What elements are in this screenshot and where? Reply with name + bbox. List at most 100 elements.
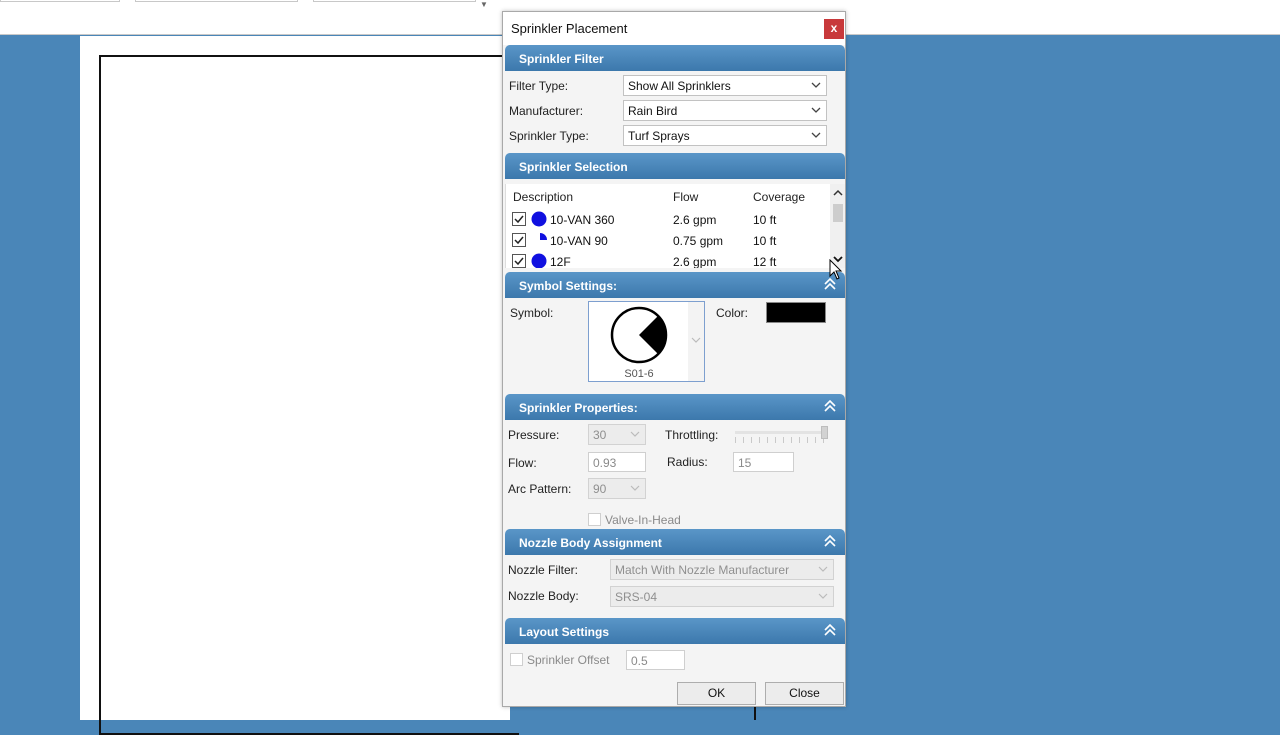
sprinkler-selection-header: Sprinkler Selection — [505, 153, 845, 179]
double-chevron-up-icon[interactable] — [823, 398, 837, 414]
pressure-select[interactable]: 30 — [588, 424, 646, 445]
section-title: Nozzle Body Assignment — [519, 536, 662, 550]
layout-settings-header[interactable]: Layout Settings — [505, 618, 845, 644]
full-circle-sprinkler-icon — [531, 211, 547, 227]
section-title: Symbol Settings: — [519, 279, 618, 293]
sprinkler-offset-checkbox[interactable] — [510, 653, 523, 666]
nozzle-body-assignment-header[interactable]: Nozzle Body Assignment — [505, 529, 845, 555]
filter-type-label: Filter Type: — [509, 79, 569, 93]
throttling-slider-track[interactable] — [735, 431, 827, 434]
nozzle-body-select[interactable]: SRS-04 — [610, 586, 834, 607]
manufacturer-label: Manufacturer: — [509, 104, 584, 118]
symbol-settings-header[interactable]: Symbol Settings: — [505, 272, 845, 298]
toolbar-field[interactable] — [0, 0, 120, 2]
row-checkbox[interactable] — [512, 233, 526, 247]
color-label: Color: — [716, 306, 749, 320]
nozzle-filter-select[interactable]: Match With Nozzle Manufacturer — [610, 559, 834, 580]
dialog-title: Sprinkler Placement — [511, 21, 628, 36]
throttling-slider-ticks — [735, 437, 827, 443]
sprinkler-type-value: Turf Sprays — [628, 129, 690, 143]
chevron-down-icon — [630, 431, 640, 437]
quarter-circle-sprinkler-icon — [540, 233, 547, 240]
sprinkler-type-label: Sprinkler Type: — [509, 129, 589, 143]
row-coverage: 12 ft — [753, 255, 777, 268]
symbol-name: S01-6 — [624, 368, 654, 380]
drawing-border-edge — [754, 706, 756, 720]
sprinkler-placement-dialog: Sprinkler Placement x Sprinkler Filter F… — [502, 11, 846, 707]
table-row[interactable]: 10-VAN 360 2.6 gpm 10 ft — [506, 210, 826, 230]
double-chevron-up-icon[interactable] — [823, 622, 837, 638]
close-icon[interactable]: x — [824, 19, 844, 39]
arc-pattern-select[interactable]: 90 — [588, 478, 646, 499]
manufacturer-select[interactable]: Rain Bird — [623, 100, 827, 121]
section-title: Sprinkler Filter — [519, 52, 604, 66]
valve-in-head-label: Valve-In-Head — [605, 513, 681, 527]
chevron-up-icon[interactable] — [833, 188, 843, 198]
sprinkler-symbol-icon — [610, 306, 668, 364]
column-header-flow[interactable]: Flow — [673, 190, 698, 204]
row-flow: 2.6 gpm — [673, 213, 717, 227]
mouse-cursor-icon — [829, 259, 843, 280]
sprinkler-properties-header[interactable]: Sprinkler Properties: — [505, 394, 845, 420]
chevron-down-icon — [818, 593, 828, 599]
row-description: 12F — [550, 255, 571, 268]
sprinkler-offset-input[interactable]: 0.5 — [626, 650, 685, 670]
sprinkler-type-select[interactable]: Turf Sprays — [623, 125, 827, 146]
sprinkler-filter-header: Sprinkler Filter — [505, 45, 845, 71]
radius-label: Radius: — [667, 455, 708, 469]
chevron-down-icon[interactable]: ▼ — [480, 0, 488, 9]
flow-label: Flow: — [508, 456, 537, 470]
valve-in-head-checkbox[interactable] — [588, 513, 601, 526]
scrollbar-thumb[interactable] — [833, 204, 843, 222]
chevron-down-icon[interactable] — [691, 336, 701, 344]
full-circle-sprinkler-icon — [531, 253, 547, 268]
table-row[interactable]: 12F 2.6 gpm 12 ft — [506, 252, 826, 268]
section-title: Layout Settings — [519, 625, 610, 639]
nozzle-filter-value: Match With Nozzle Manufacturer — [615, 563, 790, 577]
dialog-title-bar[interactable]: Sprinkler Placement x — [503, 12, 845, 45]
nozzle-body-value: SRS-04 — [615, 590, 658, 604]
ok-button[interactable]: OK — [677, 682, 756, 705]
row-description: 10-VAN 90 — [550, 234, 608, 248]
row-coverage: 10 ft — [753, 213, 777, 227]
symbol-picker[interactable]: S01-6 — [588, 301, 705, 382]
column-header-coverage[interactable]: Coverage — [753, 190, 805, 204]
nozzle-body-label: Nozzle Body: — [508, 589, 579, 603]
row-coverage: 10 ft — [753, 234, 777, 248]
toolbar-field[interactable] — [313, 0, 476, 2]
symbol-scroll[interactable] — [688, 302, 704, 381]
filter-type-value: Show All Sprinklers — [628, 79, 731, 93]
throttling-label: Throttling: — [665, 428, 719, 442]
pressure-value: 30 — [593, 428, 607, 442]
double-chevron-up-icon[interactable] — [823, 533, 837, 549]
chevron-down-icon — [811, 132, 821, 138]
check-icon — [514, 257, 524, 266]
arc-pattern-value: 90 — [593, 482, 607, 496]
symbol-label: Symbol: — [510, 306, 554, 320]
row-description: 10-VAN 360 — [550, 213, 615, 227]
sprinkler-offset-label: Sprinkler Offset — [527, 653, 610, 667]
row-flow: 2.6 gpm — [673, 255, 717, 268]
row-checkbox[interactable] — [512, 254, 526, 268]
flow-input[interactable]: 0.93 — [588, 452, 646, 472]
flow-value: 0.93 — [593, 456, 617, 470]
color-swatch[interactable] — [766, 302, 826, 323]
filter-type-select[interactable]: Show All Sprinklers — [623, 75, 827, 96]
nozzle-filter-label: Nozzle Filter: — [508, 563, 579, 577]
sprinkler-list[interactable]: Description Flow Coverage 10-VAN 360 2.6… — [505, 184, 845, 268]
toolbar-field[interactable] — [135, 0, 298, 2]
drawing-border — [99, 55, 519, 735]
manufacturer-value: Rain Bird — [628, 104, 678, 118]
section-title: Sprinkler Properties: — [519, 401, 638, 415]
row-checkbox[interactable] — [512, 212, 526, 226]
table-row[interactable]: 10-VAN 90 0.75 gpm 10 ft — [506, 231, 826, 251]
chevron-down-icon — [811, 107, 821, 113]
throttling-slider-thumb[interactable] — [821, 426, 828, 439]
column-header-description[interactable]: Description — [513, 190, 573, 204]
chevron-down-icon — [818, 566, 828, 572]
sprinkler-offset-value: 0.5 — [631, 654, 648, 668]
list-scrollbar[interactable] — [830, 184, 845, 268]
close-button[interactable]: Close — [765, 682, 844, 705]
radius-input[interactable]: 15 — [733, 452, 794, 472]
pressure-label: Pressure: — [508, 428, 560, 442]
